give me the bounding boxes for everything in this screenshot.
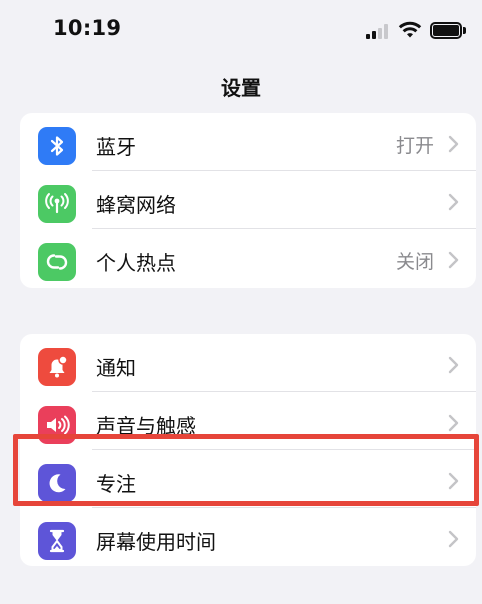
settings-row-label: 蓝牙: [96, 135, 136, 159]
settings-row-bluetooth[interactable]: 蓝牙 打开: [20, 113, 476, 171]
cellular-antenna-icon: [38, 185, 76, 223]
battery-icon: [430, 22, 466, 39]
status-bar: 10:19: [0, 0, 482, 62]
hourglass-icon: [38, 522, 76, 560]
settings-row-value: 关闭: [395, 251, 434, 273]
navigation-bar: 设置: [0, 62, 482, 112]
settings-row-label: 蜂窝网络: [96, 193, 176, 217]
page-title: 设置: [221, 76, 261, 100]
cellular-signal-icon: [366, 24, 390, 39]
settings-row-personal-hotspot[interactable]: 个人热点 关闭: [20, 229, 476, 287]
settings-row-label: 屏幕使用时间: [96, 530, 216, 554]
wifi-icon: [398, 21, 422, 39]
notification-bell-icon: [38, 348, 76, 386]
settings-screen: 10:19 设置 蓝牙 打开 蜂窝网络 个人热点 关闭 通知 声音与触感 专注 …: [0, 0, 482, 604]
chevron-right-icon: [448, 251, 459, 269]
settings-row-screen-time[interactable]: 屏幕使用时间: [20, 508, 476, 566]
highlight-box: [13, 434, 479, 506]
chevron-right-icon: [448, 530, 459, 548]
chevron-right-icon: [448, 414, 459, 432]
chevron-right-icon: [448, 135, 459, 153]
settings-group-connectivity: 蓝牙 打开 蜂窝网络 个人热点 关闭: [20, 113, 476, 288]
settings-row-label: 通知: [96, 356, 136, 380]
chevron-right-icon: [448, 356, 459, 374]
chevron-right-icon: [448, 193, 459, 211]
bluetooth-icon: [38, 127, 76, 165]
settings-row-label: 个人热点: [96, 251, 176, 275]
status-time: 10:19: [53, 16, 122, 40]
settings-row-cellular[interactable]: 蜂窝网络: [20, 171, 476, 229]
personal-hotspot-icon: [38, 243, 76, 281]
settings-row-value: 打开: [395, 135, 434, 157]
settings-row-notifications[interactable]: 通知: [20, 334, 476, 392]
